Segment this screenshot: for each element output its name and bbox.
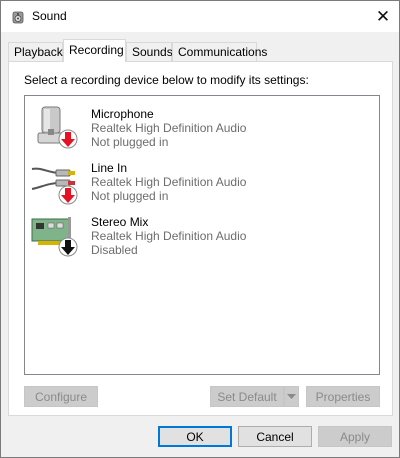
properties-button[interactable]: Properties xyxy=(306,386,380,407)
device-line-in[interactable]: Line In Realtek High Definition Audio No… xyxy=(27,157,327,209)
device-driver: Realtek High Definition Audio xyxy=(91,175,247,189)
device-name: Stereo Mix xyxy=(91,215,149,229)
set-default-dropdown[interactable] xyxy=(284,386,299,407)
tab-communications[interactable]: Communications xyxy=(172,42,267,61)
device-status: Disabled xyxy=(91,243,138,257)
cancel-button[interactable]: Cancel xyxy=(238,426,312,447)
sound-card-icon xyxy=(31,217,78,257)
device-driver: Realtek High Definition Audio xyxy=(91,229,247,243)
tab-playback[interactable]: Playback xyxy=(8,42,63,61)
device-status: Not plugged in xyxy=(91,135,169,149)
apply-button[interactable]: Apply xyxy=(318,426,392,447)
device-driver: Realtek High Definition Audio xyxy=(91,121,247,135)
ok-button[interactable]: OK xyxy=(158,426,232,447)
instructions-text: Select a recording device below to modif… xyxy=(24,73,309,87)
configure-button[interactable]: Configure xyxy=(24,386,98,407)
set-default-button[interactable]: Set Default xyxy=(210,386,284,407)
chevron-down-icon xyxy=(287,393,296,399)
red-down-arrow-icon xyxy=(58,129,78,149)
sound-dialog: Sound ✕ Playback Recording Sounds Commun… xyxy=(0,0,400,458)
black-down-arrow-icon xyxy=(58,237,78,257)
microphone-icon xyxy=(37,106,78,149)
recording-panel: Select a recording device below to modif… xyxy=(8,61,393,416)
window-title: Sound xyxy=(32,9,67,23)
device-stereo-mix[interactable]: Stereo Mix Realtek High Definition Audio… xyxy=(27,211,327,263)
device-name: Line In xyxy=(91,161,128,175)
line-in-cable-icon xyxy=(31,167,78,205)
device-status: Not plugged in xyxy=(91,189,169,203)
device-name: Microphone xyxy=(91,107,154,121)
close-button[interactable]: ✕ xyxy=(367,1,399,32)
red-down-arrow-icon xyxy=(58,185,78,205)
speaker-icon xyxy=(12,11,24,24)
title-bar[interactable]: Sound ✕ xyxy=(1,1,399,32)
device-microphone[interactable]: Microphone Realtek High Definition Audio… xyxy=(27,103,327,155)
device-list[interactable]: Microphone Realtek High Definition Audio… xyxy=(24,95,380,375)
tab-recording[interactable]: Recording xyxy=(63,39,126,62)
close-icon: ✕ xyxy=(375,6,391,26)
tab-sounds[interactable]: Sounds xyxy=(126,42,173,61)
